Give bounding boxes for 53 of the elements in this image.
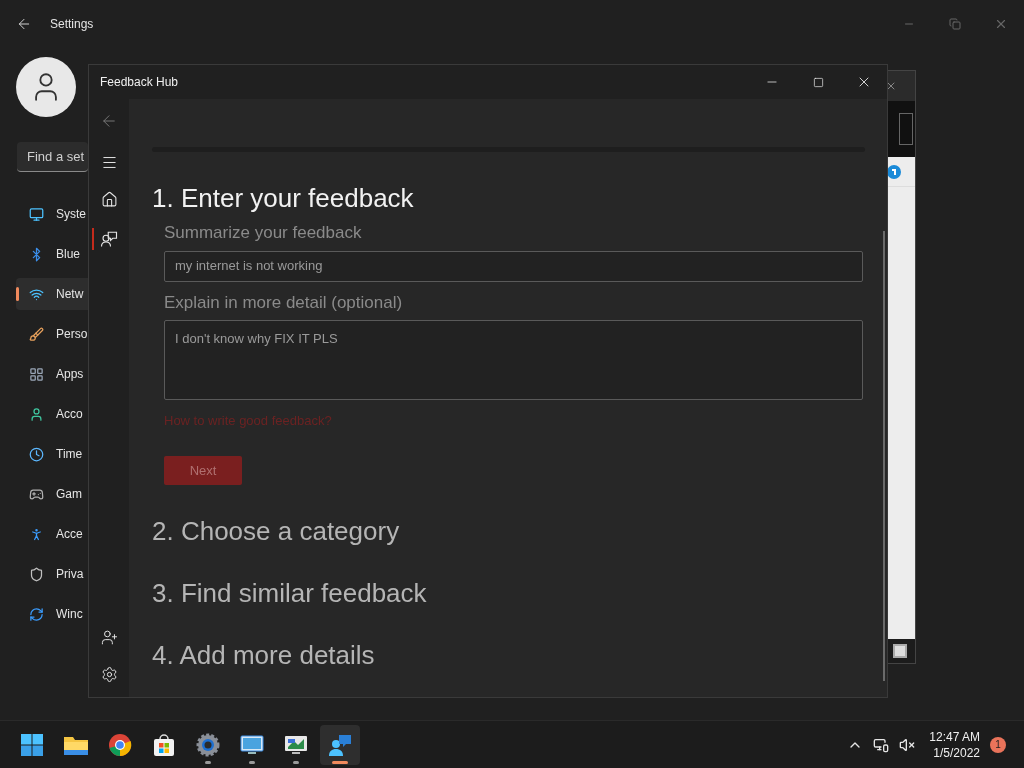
person-speech-icon — [100, 230, 118, 248]
person-speech-icon — [328, 732, 352, 757]
back-icon[interactable] — [16, 16, 32, 32]
scrollbar[interactable] — [883, 231, 885, 681]
person-icon — [28, 406, 44, 422]
step-heading: 1. Enter your feedback — [152, 182, 415, 214]
shopping-bag-icon — [152, 732, 176, 757]
step-heading: 3. Find similar feedback — [152, 577, 428, 609]
nav-item[interactable]: Perso — [16, 318, 88, 350]
summary-field[interactable]: my internet is not working — [164, 250, 863, 282]
monitor-icon — [240, 732, 264, 757]
nav-item[interactable]: Syste — [16, 198, 88, 230]
add-user-icon[interactable] — [100, 629, 118, 646]
field-outline — [899, 113, 913, 145]
browser-icon — [108, 732, 132, 757]
nav-item[interactable]: Winc — [16, 598, 88, 630]
gamepad-icon — [28, 486, 44, 502]
wifi-icon — [28, 286, 44, 302]
windows-logo-icon — [20, 732, 44, 757]
nav-item[interactable]: Priva — [16, 558, 88, 590]
field-label: Explain in more detail (optional) — [164, 291, 404, 314]
sync-icon — [28, 606, 44, 622]
detail-field[interactable]: I don't know why FIX IT PLS — [164, 320, 863, 400]
nav-item[interactable]: Blue — [16, 238, 88, 270]
apps-icon — [28, 366, 44, 382]
back-icon[interactable] — [100, 112, 118, 130]
search-field[interactable]: Find a set — [17, 142, 88, 172]
nav-item[interactable]: Acco — [16, 398, 88, 430]
nav-item[interactable]: Gam — [16, 478, 88, 510]
nav-item[interactable]: Acce — [16, 518, 88, 550]
brush-icon — [28, 326, 44, 342]
taskbar-app[interactable] — [320, 724, 360, 765]
nav-item[interactable]: Apps — [16, 358, 88, 390]
settings-icon[interactable] — [100, 666, 118, 683]
step-heading: 2. Choose a category — [152, 515, 401, 547]
nav-item[interactable]: Netw — [16, 278, 88, 310]
shield-icon — [28, 566, 44, 582]
step-heading: 4. Add more details — [152, 639, 376, 671]
network-icon[interactable] — [873, 736, 890, 753]
display-icon — [893, 644, 907, 658]
clock-icon — [28, 446, 44, 462]
home-icon — [100, 190, 118, 208]
monitor-icon — [28, 206, 44, 222]
window-title: Feedback Hub — [100, 74, 179, 91]
muted-speaker-icon[interactable] — [899, 736, 916, 753]
notification-badge[interactable]: 1 — [990, 736, 1006, 753]
clock[interactable]: 12:47 AM 1/5/2022 — [929, 728, 980, 761]
avatar — [16, 57, 76, 117]
window-title: Settings — [50, 16, 94, 33]
field-label: Summarize your feedback — [164, 222, 363, 244]
maximize-icon[interactable] — [812, 76, 824, 88]
gear-icon — [196, 732, 220, 757]
nav-item[interactable]: Time — [16, 438, 88, 470]
